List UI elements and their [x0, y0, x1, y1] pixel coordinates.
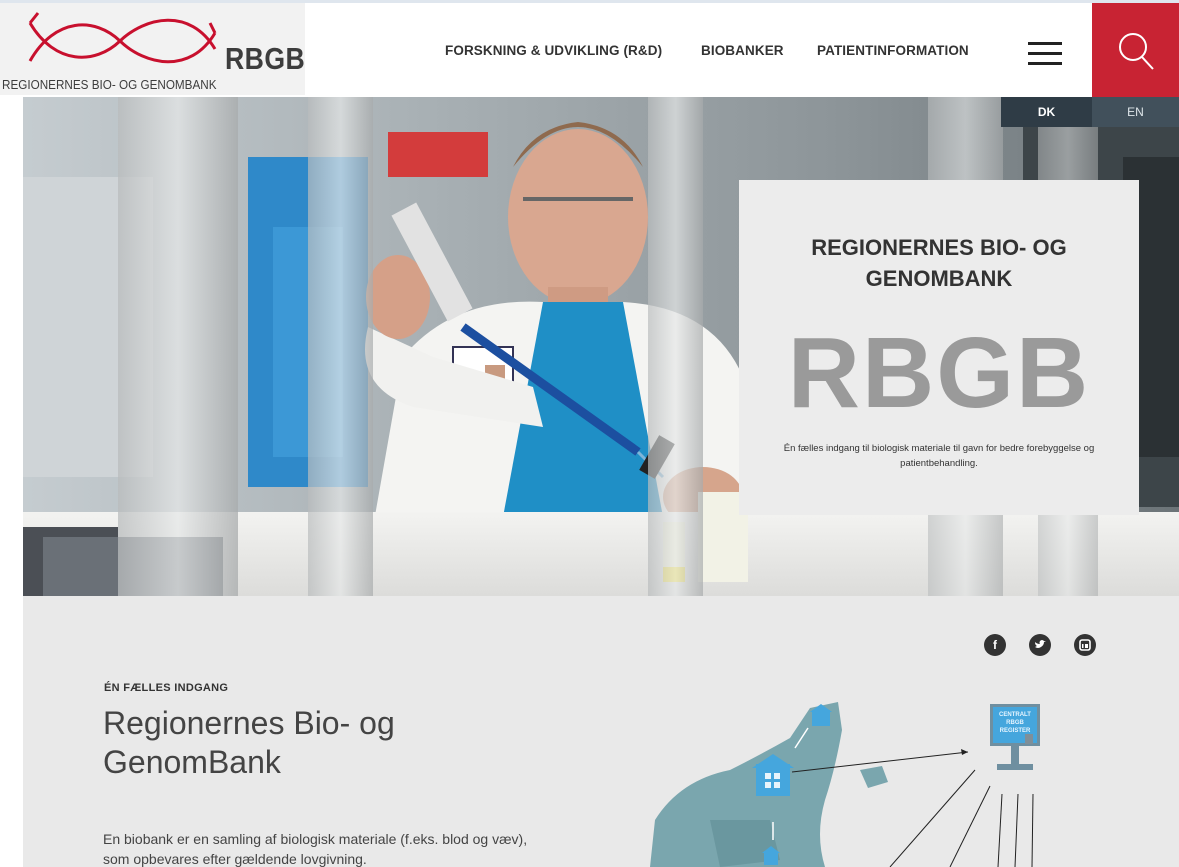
search-button[interactable]	[1092, 3, 1179, 97]
intro-eyebrow: ÉN FÆLLES INDGANG	[104, 682, 229, 694]
hamburger-icon[interactable]	[1028, 42, 1062, 66]
denmark-map-illustration: CENTRALT RBGB REGISTER	[650, 700, 1070, 867]
intro-heading: Regionernes Bio- og GenomBank	[103, 705, 395, 780]
nav-item-patientinformation[interactable]: PATIENTINFORMATION	[817, 43, 969, 58]
hero-subtitle: Én fælles indgang til biologisk material…	[783, 443, 1095, 469]
language-switcher: DK EN	[1001, 97, 1179, 127]
register-label-line2: RBGB	[1006, 720, 1024, 726]
register-label-line1: CENTRALT	[999, 712, 1031, 718]
nav-item-forskning[interactable]: FORSKNING & UDVIKLING (R&D)	[445, 43, 662, 58]
logo-abbreviation: RBGB	[225, 41, 306, 76]
linkedin-icon[interactable]	[1074, 634, 1096, 656]
hero-title: REGIONERNES BIO- OG GENOMBANK	[811, 235, 1067, 291]
site-logo[interactable]: RBGB REGIONERNES BIO- OG GENOMBANK	[0, 3, 305, 95]
nav-item-biobanker[interactable]: BIOBANKER	[701, 43, 784, 58]
search-icon	[1119, 33, 1154, 70]
dna-helix-icon	[28, 12, 217, 64]
facebook-icon[interactable]: f	[984, 634, 1006, 656]
logo-full-name: REGIONERNES BIO- OG GENOMBANK	[2, 77, 217, 92]
lang-dk-button[interactable]: DK	[1001, 97, 1092, 127]
intro-body: En biobank er en samling af biologisk ma…	[103, 831, 528, 867]
lang-en-button[interactable]: EN	[1092, 97, 1179, 127]
hero-info-box: REGIONERNES BIO- OG GENOMBANK RBGB Én fæ…	[739, 180, 1139, 515]
register-label-line3: REGISTER	[1000, 728, 1031, 734]
hero-big-text: RBGB	[787, 317, 1091, 429]
twitter-icon[interactable]	[1029, 634, 1051, 656]
